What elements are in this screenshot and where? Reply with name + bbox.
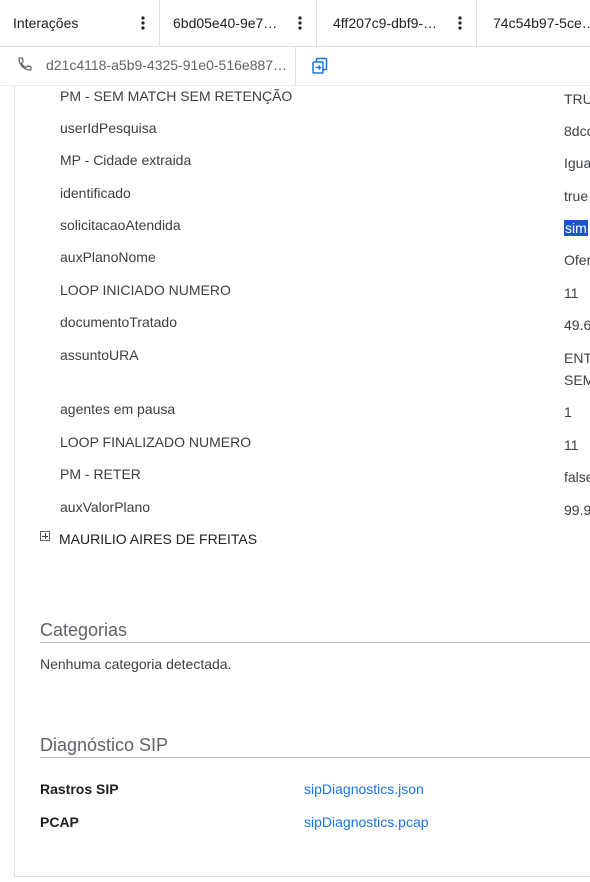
tab-label: Interações <box>13 15 79 31</box>
tab-interaction-2[interactable]: 4ff207c9-dbf9-… <box>317 0 477 46</box>
tab-interacoes[interactable]: Interações <box>0 0 160 46</box>
more-vert-icon[interactable] <box>292 11 308 35</box>
attribute-value: true <box>564 188 589 204</box>
divider <box>14 876 590 877</box>
attribute-value: false <box>564 469 590 485</box>
attribute-value: Ofer <box>564 252 590 268</box>
selected-text[interactable]: sim <box>564 220 588 236</box>
pcap-link[interactable]: sipDiagnostics.pcap <box>304 814 429 830</box>
tab-label: 6bd05e40-9e7… <box>173 15 278 31</box>
attribute-value: Igua <box>564 155 590 171</box>
sip-traces-link[interactable]: sipDiagnostics.json <box>304 781 424 797</box>
sip-traces-label: Rastros SIP <box>40 781 119 797</box>
attribute-value-line: ENT <box>564 350 590 366</box>
attribute-key: identificado <box>60 185 131 201</box>
attribute-value: 99.9 <box>564 502 590 518</box>
attribute-key: assuntoURA <box>60 347 139 363</box>
call-header: d21c4118-a5b9-4325-91e0-516e887… <box>0 47 590 86</box>
tab-label: 4ff207c9-dbf9-… <box>333 15 438 31</box>
attribute-value: 11 <box>564 437 579 453</box>
section-divider <box>40 642 590 643</box>
attribute-key: PM - RETER <box>60 466 141 482</box>
attribute-value: 11 <box>564 285 579 301</box>
attribute-key: solicitacaoAtendida <box>60 217 181 233</box>
tab-bar: Interações 6bd05e40-9e7… 4ff207c9-dbf9-…… <box>0 0 590 47</box>
categories-empty-text: Nenhuma categoria detectada. <box>40 656 232 672</box>
attribute-key: auxValorPlano <box>60 499 151 515</box>
sip-diagnostics-title: Diagnóstico SIP <box>40 735 169 755</box>
attribute-key: LOOP FINALIZADO NUMERO <box>60 434 252 450</box>
attribute-key: LOOP INICIADO NUMERO <box>60 282 231 298</box>
attribute-key: PM - SEM MATCH SEM RETENÇÃO <box>60 88 293 104</box>
agent-name[interactable]: MAURILIO AIRES DE FREITAS <box>59 531 257 547</box>
tab-label: 74c54b97-5ce… <box>493 15 590 31</box>
interaction-details: PM - SEM MATCH SEM RETENÇÃO TRU userIdPe… <box>14 86 590 876</box>
tab-interaction-1[interactable]: 6bd05e40-9e7… <box>160 0 317 46</box>
attribute-value: 49.6 <box>564 317 590 333</box>
pcap-label: PCAP <box>40 814 79 830</box>
divider <box>295 47 296 85</box>
call-id: d21c4118-a5b9-4325-91e0-516e887… <box>46 57 288 73</box>
attribute-key: documentoTratado <box>60 314 177 330</box>
section-divider <box>40 757 590 758</box>
attribute-value-line: SEM <box>564 372 590 388</box>
phone-icon <box>17 56 33 72</box>
attribute-key: MP - Cidade extraida <box>60 152 192 168</box>
attribute-value: 8dcc <box>564 123 590 139</box>
attribute-key: agentes em pausa <box>60 401 176 417</box>
attribute-key: userIdPesquisa <box>60 120 157 136</box>
attribute-value: TRU <box>564 91 590 107</box>
attribute-value: ENT SEM <box>564 347 590 391</box>
attribute-key: auxPlanoNome <box>60 249 156 265</box>
attribute-value: sim <box>564 217 588 239</box>
attribute-value: 1 <box>564 404 572 420</box>
more-vert-icon[interactable] <box>452 11 468 35</box>
plus-box-icon[interactable] <box>40 531 50 541</box>
more-vert-icon[interactable] <box>135 11 151 35</box>
copy-icon[interactable] <box>311 57 329 75</box>
categories-title: Categorias <box>40 620 128 640</box>
tab-interaction-3[interactable]: 74c54b97-5ce… <box>477 0 590 46</box>
